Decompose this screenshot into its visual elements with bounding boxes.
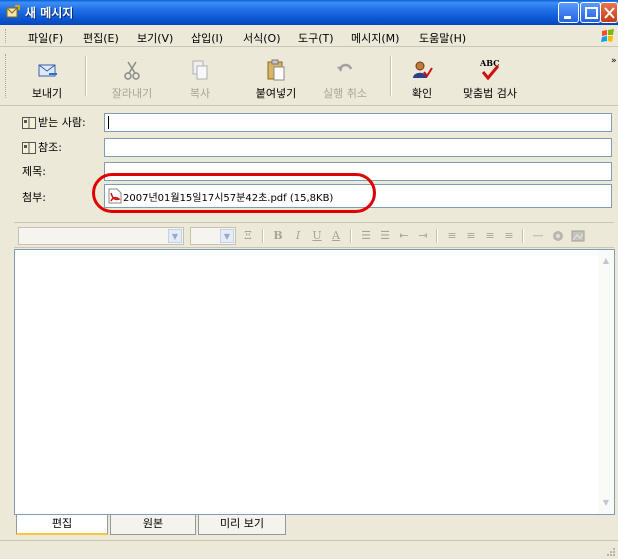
attachment-box[interactable]: 2007년01월15일17시57분42초.pdf (15,8KB) <box>104 184 612 208</box>
clipboard-icon <box>267 59 285 81</box>
scissors-icon <box>124 61 140 80</box>
resize-grip-icon[interactable] <box>606 547 616 557</box>
format-divider <box>350 229 352 243</box>
check-names-label: 확인 <box>411 87 433 100</box>
address-book-icon[interactable] <box>22 117 36 129</box>
to-label: 받는 사람: <box>38 116 86 129</box>
minimize-button[interactable] <box>558 2 579 23</box>
minimize-icon <box>564 16 571 19</box>
send-label: 보내기 <box>31 87 63 100</box>
toolbar-divider <box>390 56 392 96</box>
attach-label: 첨부: <box>22 191 46 204</box>
window-title: 새 메시지 <box>25 6 74 20</box>
windows-logo-icon <box>601 29 614 42</box>
justify-icon[interactable]: ≡ <box>501 228 517 244</box>
font-size-select[interactable]: ▼ <box>190 227 236 245</box>
status-bar <box>0 540 618 559</box>
title-bar[interactable]: 새 메시지 <box>0 0 618 25</box>
address-book-icon[interactable] <box>22 142 36 154</box>
spelling-label: 맞춤법 검사 <box>462 87 518 100</box>
decrease-indent-icon[interactable]: ⇤ <box>396 228 412 244</box>
cut-button[interactable]: 잘라내기 <box>104 52 160 102</box>
bullet-list-icon[interactable]: ☰ <box>377 228 393 244</box>
format-toolbar: ▼ ▼ Ξ B I U A ☰ ☰ ⇤ ⇥ ≡ ≡ ≡ ≡ — <box>14 222 614 248</box>
font-name-select[interactable]: ▼ <box>18 227 184 245</box>
compose-window: 새 메시지 파일(F) 편집(E) 보기(V) 삽입(I) 서식(O) 도구(T… <box>0 0 618 559</box>
tab-edit[interactable]: 편집 <box>16 515 108 535</box>
chevron-down-icon: ▼ <box>168 229 182 243</box>
check-names-button[interactable]: 확인 <box>408 52 436 102</box>
scroll-down-icon[interactable]: ▼ <box>599 496 613 510</box>
message-body-editor[interactable]: ▲ ▼ <box>14 249 615 515</box>
subject-label: 제목: <box>22 165 46 178</box>
cc-field[interactable] <box>104 138 612 157</box>
insert-picture-icon[interactable] <box>570 228 586 244</box>
format-divider <box>522 229 524 243</box>
copy-label: 복사 <box>189 87 211 100</box>
tab-source[interactable]: 원본 <box>110 515 196 535</box>
undo-button[interactable]: 실행 취소 <box>316 52 374 102</box>
horizontal-line-icon[interactable]: — <box>530 228 546 244</box>
underline-button[interactable]: U <box>309 228 325 244</box>
to-field[interactable] <box>104 113 612 132</box>
new-message-icon <box>6 5 20 18</box>
toolbar-divider <box>85 56 87 96</box>
attachment-filename[interactable]: 2007년01월15일17시57분42초.pdf (15,8KB) <box>123 189 333 204</box>
send-button[interactable]: 보내기 <box>24 52 70 102</box>
cut-label: 잘라내기 <box>111 87 153 100</box>
check-names-icon <box>413 61 433 78</box>
menu-message[interactable]: 메시지(M) <box>351 30 399 46</box>
toolbar-overflow-icon[interactable]: » <box>611 56 617 66</box>
cc-label: 참조: <box>38 141 62 154</box>
tab-preview[interactable]: 미리 보기 <box>198 515 286 535</box>
main-toolbar: 보내기 잘라내기 복사 붙여넣기 실행 취소 확인 ABC 맞춤법 검사 » <box>0 48 618 106</box>
menu-grip <box>5 29 8 43</box>
view-tabs: 편집 원본 미리 보기 <box>14 515 615 539</box>
menu-tools[interactable]: 도구(T) <box>298 30 334 46</box>
pdf-file-icon <box>108 188 122 204</box>
paste-label: 붙여넣기 <box>255 87 297 100</box>
menu-edit[interactable]: 편집(E) <box>83 30 119 46</box>
maximize-icon <box>585 7 598 19</box>
align-left-icon[interactable]: ≡ <box>444 228 460 244</box>
copy-button[interactable]: 복사 <box>180 52 220 102</box>
menu-help[interactable]: 도움말(H) <box>419 30 466 46</box>
paragraph-style-icon[interactable]: Ξ <box>240 228 256 244</box>
scroll-up-icon[interactable]: ▲ <box>599 254 613 268</box>
menu-view[interactable]: 보기(V) <box>137 30 173 46</box>
close-button[interactable] <box>600 2 618 23</box>
maximize-button[interactable] <box>580 2 601 23</box>
send-icon <box>38 64 57 77</box>
format-divider <box>436 229 438 243</box>
menu-file[interactable]: 파일(F) <box>28 30 63 46</box>
font-color-button[interactable]: A <box>328 228 344 244</box>
align-right-icon[interactable]: ≡ <box>482 228 498 244</box>
menu-insert[interactable]: 삽입(I) <box>191 30 223 46</box>
undo-label: 실행 취소 <box>323 87 367 100</box>
toolbar-grip <box>5 54 8 98</box>
subject-field[interactable] <box>104 162 612 181</box>
spell-check-icon: ABC <box>479 58 499 81</box>
chevron-down-icon: ▼ <box>220 229 234 243</box>
close-icon <box>604 7 615 19</box>
spelling-button[interactable]: ABC 맞춤법 검사 <box>450 52 530 102</box>
hyperlink-icon[interactable] <box>550 228 566 244</box>
menu-bar: 파일(F) 편집(E) 보기(V) 삽입(I) 서식(O) 도구(T) 메시지(… <box>0 25 618 47</box>
undo-icon <box>337 63 353 72</box>
menu-format[interactable]: 서식(O) <box>243 30 280 46</box>
bold-button[interactable]: B <box>270 228 286 244</box>
text-caret <box>108 116 109 129</box>
copy-icon <box>192 60 208 80</box>
paste-button[interactable]: 붙여넣기 <box>248 52 304 102</box>
italic-button[interactable]: I <box>290 228 306 244</box>
increase-indent-icon[interactable]: ⇥ <box>415 228 431 244</box>
format-divider <box>262 229 264 243</box>
vertical-scrollbar[interactable]: ▲ ▼ <box>598 250 614 514</box>
numbered-list-icon[interactable]: ☰ <box>358 228 374 244</box>
align-center-icon[interactable]: ≡ <box>463 228 479 244</box>
